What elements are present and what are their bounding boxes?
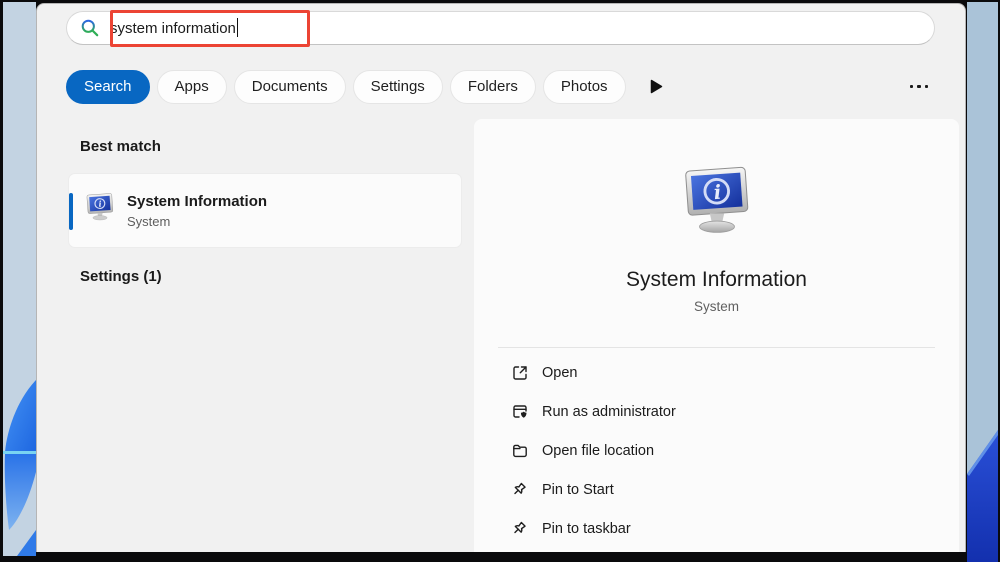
best-match-subtitle: System (127, 214, 171, 229)
admin-shield-icon (511, 403, 529, 421)
search-input[interactable]: system information (110, 18, 239, 38)
desktop-wallpaper-left (3, 2, 36, 556)
best-match-result[interactable]: i System Information System (68, 173, 462, 248)
action-pin-to-start[interactable]: Pin to Start (511, 470, 959, 509)
tab-photos[interactable]: Photos (542, 69, 626, 104)
tab-apps[interactable]: Apps (156, 69, 227, 104)
action-label: Open file location (542, 442, 655, 459)
search-input-text: system information (110, 20, 236, 37)
result-detail-panel: i System Information System Open Run as … (474, 119, 959, 552)
action-open[interactable]: Open (511, 353, 959, 392)
text-cursor (236, 18, 239, 37)
best-match-title: System Information (127, 193, 268, 210)
search-flyout-window: system information Search Apps Documents… (36, 3, 966, 552)
pin-icon (511, 481, 529, 499)
detail-subtitle: System (693, 299, 739, 314)
action-label: Open (542, 364, 578, 381)
more-options-button[interactable] (902, 79, 936, 94)
desktop: { "search": { "value": "system informati… (0, 0, 1000, 562)
selection-accent-bar (69, 193, 73, 230)
action-open-file-location[interactable]: Open file location (511, 431, 959, 470)
action-label: Pin to taskbar (542, 520, 631, 537)
more-filters-arrow-icon[interactable] (650, 79, 663, 94)
search-filter-tabs: Search Apps Documents Settings Folders P… (66, 68, 936, 105)
action-list: Open Run as administrator Open file loca… (474, 353, 959, 548)
tab-search[interactable]: Search (66, 69, 150, 104)
best-match-heading: Best match (80, 138, 161, 155)
action-label: Run as administrator (542, 403, 676, 420)
divider (498, 347, 935, 348)
action-pin-to-taskbar[interactable]: Pin to taskbar (511, 509, 959, 548)
tab-settings[interactable]: Settings (352, 69, 443, 104)
system-information-app-icon: i (680, 166, 754, 241)
action-label: Pin to Start (542, 481, 614, 498)
tab-documents[interactable]: Documents (233, 69, 346, 104)
detail-title: System Information (626, 268, 807, 291)
action-run-as-administrator[interactable]: Run as administrator (511, 392, 959, 431)
search-bar[interactable]: system information (66, 10, 935, 47)
tab-folders[interactable]: Folders (449, 69, 536, 104)
folder-icon (511, 442, 529, 460)
pin-icon (511, 520, 529, 538)
settings-section-heading: Settings (1) (80, 268, 162, 285)
desktop-wallpaper-right (967, 2, 998, 562)
open-external-icon (511, 364, 529, 382)
search-icon (80, 18, 100, 38)
system-information-app-icon: i (84, 192, 116, 229)
svg-text:i: i (712, 181, 721, 204)
